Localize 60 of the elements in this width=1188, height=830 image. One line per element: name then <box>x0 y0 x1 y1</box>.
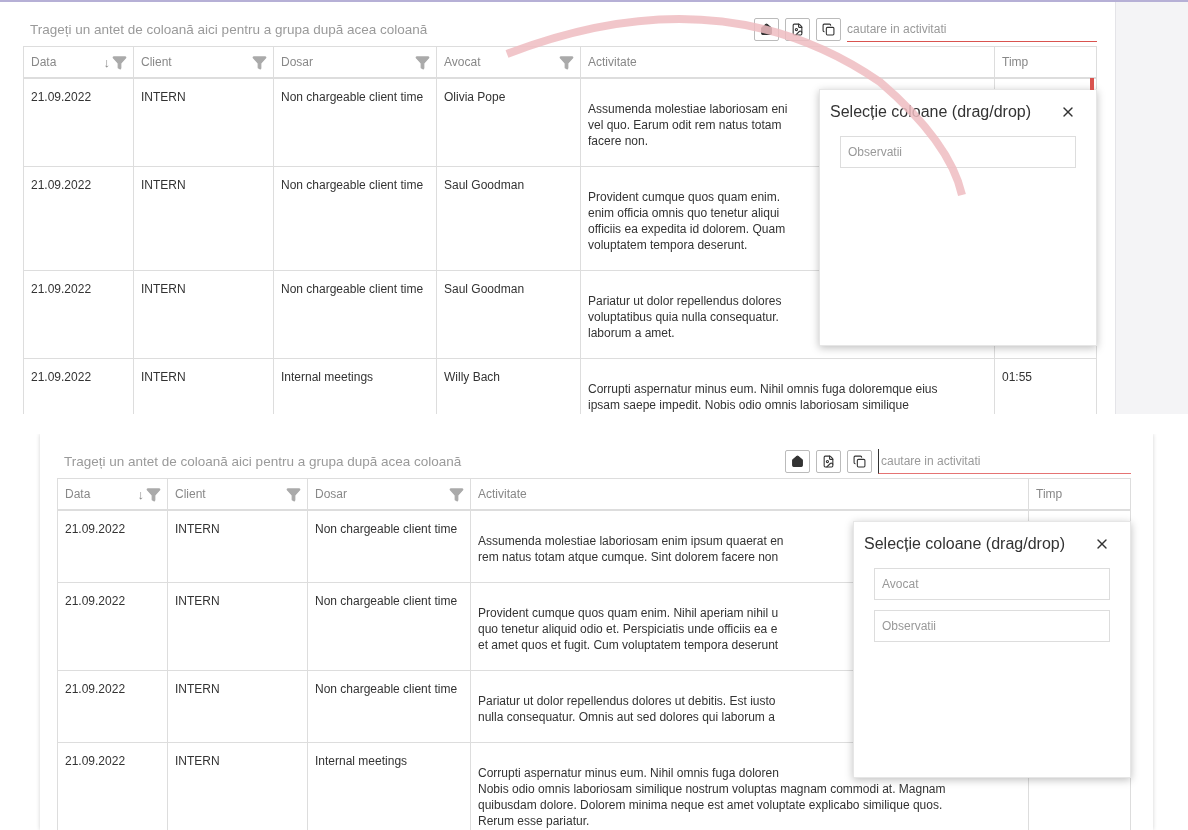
copy-icon <box>822 22 835 36</box>
sort-arrow[interactable]: ↓ <box>137 486 144 502</box>
dosar-cell: Non chargeable client time <box>274 79 437 167</box>
column-header[interactable]: Client <box>168 479 308 511</box>
client-cell: INTERN <box>134 167 274 271</box>
export-button[interactable] <box>816 449 841 473</box>
column-header[interactable]: Timp <box>1029 479 1131 511</box>
dosar-cell: Non chargeable client time <box>308 583 471 671</box>
column-header[interactable]: Client <box>134 47 274 79</box>
avocat-cell: Willy Bach <box>437 359 581 414</box>
copy-icon <box>853 454 866 468</box>
search-field[interactable]: cautare in activitati <box>878 448 1131 474</box>
avocat-cell: Saul Goodman <box>437 271 581 359</box>
client-cell: INTERN <box>168 511 308 583</box>
dosar-cell: Internal meetings <box>308 743 471 830</box>
column-header[interactable]: Avocat <box>437 47 581 79</box>
client-cell: INTERN <box>134 79 274 167</box>
date-cell: 21.09.2022 <box>24 359 134 414</box>
date-cell: 21.09.2022 <box>24 271 134 359</box>
avocat-cell: Olivia Pope <box>437 79 581 167</box>
client-cell: INTERN <box>168 583 308 671</box>
copy-button[interactable] <box>816 17 841 41</box>
date-cell: 21.09.2022 <box>24 167 134 271</box>
date-cell: 21.09.2022 <box>24 79 134 167</box>
image-file-icon <box>791 22 804 36</box>
dosar-cell: Non chargeable client time <box>274 167 437 271</box>
column-header[interactable]: Data ↓ <box>58 479 168 511</box>
avocat-cell: Saul Goodman <box>437 167 581 271</box>
column-chip[interactable]: Observatii <box>874 610 1110 642</box>
copy-button[interactable] <box>847 449 872 473</box>
activity-cell: Corrupti aspernatur minus eum. Nihil omnis fuga doloremque eius ipsam saepe impedit. Nobis odio omnis laboriosam similique <box>581 359 995 414</box>
time-cell: 01:55 <box>995 359 1097 414</box>
client-cell: INTERN <box>168 743 308 830</box>
column-chip[interactable]: Avocat <box>874 568 1110 600</box>
group-hint: Trageți un antet de coloană aici pentru a grupa după acea coloană <box>63 453 463 469</box>
dosar-cell: Internal meetings <box>274 359 437 414</box>
dosar-cell: Non chargeable client time <box>308 511 471 583</box>
column-header[interactable]: Data ↓ <box>24 47 134 79</box>
column-header[interactable]: Dosar <box>308 479 471 511</box>
date-cell: 21.09.2022 <box>58 671 168 743</box>
column-header[interactable]: Dosar <box>274 47 437 79</box>
client-cell: INTERN <box>134 271 274 359</box>
date-cell: 21.09.2022 <box>58 583 168 671</box>
dosar-cell: Non chargeable client time <box>274 271 437 359</box>
column-header[interactable]: Timp <box>995 47 1097 79</box>
client-cell: INTERN <box>134 359 274 414</box>
home-icon <box>791 454 804 468</box>
column-chip[interactable]: Observatii <box>840 136 1076 168</box>
column-header[interactable]: Activitate <box>581 47 995 79</box>
home-icon <box>760 22 773 36</box>
column-header[interactable]: Activitate <box>471 479 1029 511</box>
sort-arrow[interactable]: ↓ <box>103 54 110 70</box>
scroll-marker <box>1090 78 1094 90</box>
group-hint: Trageți un antet de coloană aici pentru a grupa după acea coloană <box>29 21 429 37</box>
dosar-cell: Non chargeable client time <box>308 671 471 743</box>
client-cell: INTERN <box>168 671 308 743</box>
image-file-icon <box>822 454 835 468</box>
date-cell: 21.09.2022 <box>58 743 168 830</box>
date-cell: 21.09.2022 <box>58 511 168 583</box>
home-button[interactable] <box>785 449 810 473</box>
